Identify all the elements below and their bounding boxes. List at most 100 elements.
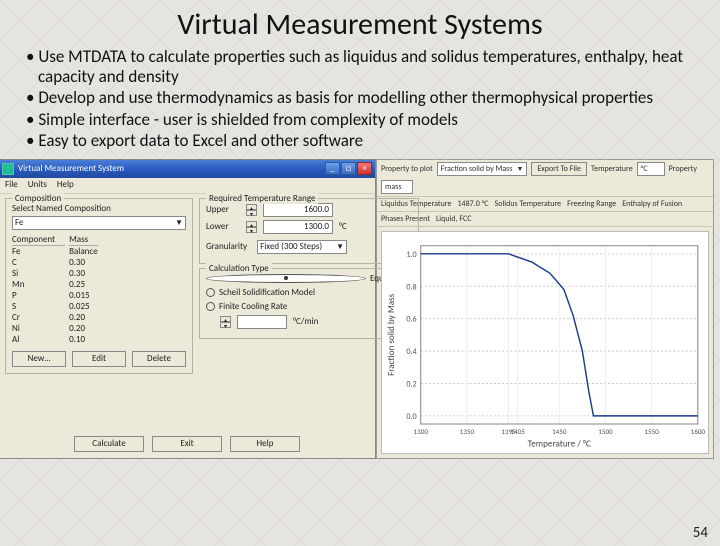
table-cell: Mn (12, 279, 65, 290)
composition-group: Composition Select Named Composition Fe … (5, 198, 193, 374)
table-cell: 0.30 (69, 257, 98, 268)
svg-text:0.2: 0.2 (406, 379, 416, 389)
svg-text:1450: 1450 (552, 427, 567, 436)
svg-text:0.8: 0.8 (406, 282, 416, 292)
cooling-rate-field[interactable] (237, 315, 287, 329)
bullet-item: Use MTDATA to calculate properties such … (26, 47, 702, 86)
temp-label: Temperature (591, 164, 633, 174)
liquidus-value: 1487.0 °C (457, 199, 488, 209)
table-cell: 0.25 (69, 279, 98, 290)
svg-text:1300: 1300 (413, 427, 428, 436)
group-label: Composition (12, 193, 64, 204)
svg-text:0.4: 0.4 (406, 347, 416, 357)
chart-info-row: Liquidus Temperature 1487.0 °C Solidus T… (377, 197, 713, 212)
chevron-down-icon: ▼ (175, 218, 183, 228)
table-cell: 0.20 (69, 312, 98, 323)
upper-label: Upper (206, 204, 240, 215)
property-select[interactable]: Fraction solid by Mass▼ (437, 162, 528, 176)
enthalpy-label: Enthalpy of Fusion (622, 199, 682, 209)
chart-info-row-2: Phases Present Liquid, FCC (377, 212, 713, 227)
export-button[interactable]: Export To File (531, 162, 587, 176)
vms-window: Virtual Measurement System _ □ × File Un… (0, 159, 376, 459)
maximize-button[interactable]: □ (341, 162, 356, 175)
table-cell: 0.025 (69, 301, 98, 312)
granularity-select[interactable]: Fixed (300 Steps) ▼ (257, 240, 347, 254)
svg-text:1500: 1500 (598, 427, 613, 436)
page-number: 54 (693, 524, 708, 542)
close-button[interactable]: × (357, 162, 372, 175)
col-header: Mass (69, 234, 98, 246)
radio-icon (206, 288, 215, 297)
chevron-down-icon: ▼ (516, 164, 523, 173)
bullet-item: Simple interface - user is shielded from… (26, 110, 702, 130)
select-value: Fe (15, 217, 23, 228)
menu-bar: File Units Help (0, 178, 375, 194)
table-cell: 0.015 (69, 290, 98, 301)
spinner-icon[interactable]: ▴▾ (246, 221, 257, 233)
unit-label: °C (339, 221, 347, 232)
upper-field[interactable]: 1600.0 (263, 203, 333, 217)
window-title: Virtual Measurement System (18, 163, 124, 174)
freezing-label: Freezing Range (567, 199, 616, 209)
group-label: Required Temperature Range (206, 193, 318, 204)
table-cell: Si (12, 268, 65, 279)
svg-text:1600: 1600 (691, 427, 706, 436)
vms-titlebar[interactable]: Virtual Measurement System _ □ × (0, 160, 375, 178)
prop2-label: Property (669, 164, 697, 174)
minimize-button[interactable]: _ (325, 162, 340, 175)
new-button[interactable]: New… (12, 351, 66, 367)
composition-select[interactable]: Fe ▼ (12, 216, 186, 230)
slide-title: Virtual Measurement Systems (0, 6, 720, 43)
property-label: Property to plot (381, 164, 433, 174)
spinner-icon[interactable]: ▴▾ (220, 316, 231, 328)
edit-button[interactable]: Edit (72, 351, 126, 367)
composition-table: Component Fe C Si Mn P S Cr Ni Al (12, 234, 98, 345)
table-cell: S (12, 301, 65, 312)
exit-button[interactable]: Exit (152, 436, 222, 452)
lower-label: Lower (206, 221, 240, 232)
table-cell: C (12, 257, 65, 268)
calculate-button[interactable]: Calculate (74, 436, 144, 452)
table-cell: Balance (69, 246, 98, 257)
solidus-label: Solidus Temperature (495, 199, 562, 209)
svg-text:0.6: 0.6 (406, 314, 416, 324)
temp-unit-field[interactable]: °C (637, 162, 665, 176)
menu-units[interactable]: Units (28, 179, 47, 192)
app-icon (2, 163, 14, 175)
chevron-down-icon: ▼ (336, 242, 344, 252)
group-label: Calculation Type (206, 263, 272, 274)
lower-field[interactable]: 1300.0 (263, 220, 333, 234)
delete-button[interactable]: Delete (132, 351, 186, 367)
gran-label: Granularity (206, 241, 247, 252)
chart-plot: 0.00.20.40.60.81.01300135013951405145015… (381, 231, 709, 454)
select-value: Fixed (300 Steps) (260, 241, 322, 252)
menu-file[interactable]: File (5, 179, 18, 192)
menu-help[interactable]: Help (57, 179, 74, 192)
radio-icon (206, 274, 366, 283)
svg-text:1350: 1350 (460, 427, 475, 436)
svg-text:1.0: 1.0 (406, 250, 416, 260)
bullet-list: Use MTDATA to calculate properties such … (26, 47, 702, 151)
table-cell: 0.10 (69, 334, 98, 345)
table-cell: 0.30 (69, 268, 98, 279)
svg-text:Temperature / °C: Temperature / °C (528, 438, 591, 449)
table-cell: 0.20 (69, 323, 98, 334)
svg-text:1405: 1405 (510, 427, 525, 436)
bullet-item: Easy to export data to Excel and other s… (26, 131, 702, 151)
table-cell: Al (12, 334, 65, 345)
bullet-item: Develop and use thermodynamics as basis … (26, 88, 702, 108)
table-cell: Ni (12, 323, 65, 334)
table-cell: Cr (12, 312, 65, 323)
spinner-icon[interactable]: ▴▾ (246, 204, 257, 216)
chart-toolbar: Property to plot Fraction solid by Mass▼… (377, 160, 713, 197)
phases-value: Liquid, FCC (436, 214, 472, 224)
help-button[interactable]: Help (230, 436, 300, 452)
table-cell: P (12, 290, 65, 301)
svg-text:Fraction solid by Mass: Fraction solid by Mass (386, 293, 397, 376)
unit-label: °C/min (293, 316, 318, 327)
chart-window: Property to plot Fraction solid by Mass▼… (376, 159, 714, 459)
table-cell: Fe (12, 246, 65, 257)
prop-unit-field[interactable]: mass (381, 180, 413, 194)
chart-svg: 0.00.20.40.60.81.01300135013951405145015… (382, 232, 708, 453)
select-label: Select Named Composition (12, 203, 186, 214)
